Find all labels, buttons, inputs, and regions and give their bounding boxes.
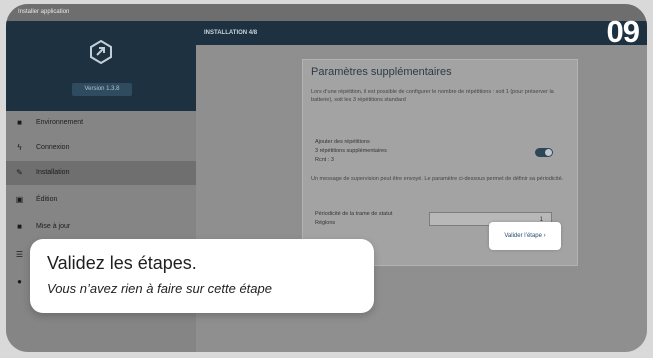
repeat-label: Ajouter des répétitions [315,139,370,145]
window-title: Installer application [6,4,647,21]
app-logo-icon [90,40,112,64]
sidebar-item-label: Environnement [36,119,84,126]
callout-title: Validez les étapes. [47,253,197,273]
step-header: INSTALLATION 4/8 [196,21,647,45]
panel-description: Lors d’une répétition, il est possible d… [311,89,554,103]
panel-title: Paramètres supplémentaires [311,66,452,78]
tutorial-callout: Validez les étapes. Vous n’avez rien à f… [30,239,374,313]
sidebar-header: Version 1.3.8 [6,21,196,111]
repeat-toggle[interactable] [535,148,553,157]
sidebar-item-label: Installation [36,169,70,176]
menu-icon: ☰ [15,250,24,259]
validate-step-button[interactable]: Valider l’étape › [489,222,561,250]
period-label: Périodicité de la trame de statut [315,211,393,217]
plug-icon: ϟ [17,143,22,152]
period-sub-label: Réglons [315,220,336,226]
supervision-description: Un message de supervision peut être envo… [311,176,564,182]
sidebar-item-label: Connexion [36,144,70,151]
version-badge: Version 1.3.8 [72,83,132,96]
edit-icon: ▣ [15,195,24,204]
sidebar-item-edition[interactable]: ▣ Édition [6,188,196,212]
sidebar-item-label: Mise à jour [36,223,71,230]
grid-icon: ■ [17,118,22,127]
repeat-sub-1: 3 répétitions supplémentaires [315,148,387,154]
repeat-sub-2: Rcnt : 3 [315,157,334,163]
wrench-icon: ✎ [16,168,23,177]
sidebar-item-connexion[interactable]: ϟ Connexion [6,136,196,160]
sidebar-item-installation[interactable]: ✎ Installation [6,161,196,185]
sidebar-item-mise-a-jour[interactable]: ■ Mise à jour [6,215,196,239]
step-number-badge: 09 [606,14,640,49]
globe-icon: ● [17,277,22,286]
sidebar-item-environnement[interactable]: ■ Environnement [6,111,196,135]
sidebar-item-label: Édition [36,196,58,203]
callout-subtitle: Vous n’avez rien à faire sur cette étape [47,281,272,296]
download-icon: ■ [17,222,22,231]
